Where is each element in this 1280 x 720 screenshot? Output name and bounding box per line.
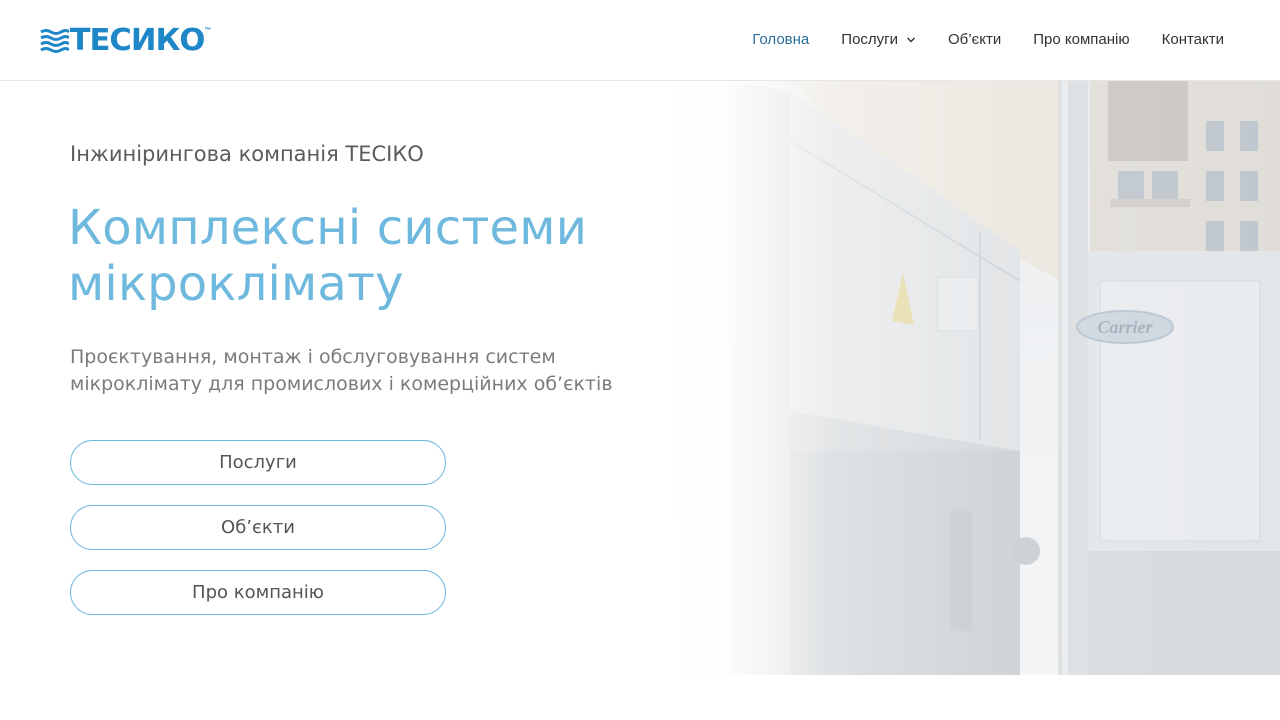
objects-button[interactable]: Об’єкти	[70, 505, 446, 550]
nav-item-about[interactable]: Про компанію	[1033, 29, 1129, 51]
hero-subtitle: Проєктування, монтаж і обслуговування си…	[70, 344, 670, 398]
site-header: ТЕСИКО ™ Головна Послуги Об’єкти Про ком…	[0, 0, 1280, 81]
nav-item-contacts[interactable]: Контакти	[1162, 29, 1224, 51]
nav-item-label: Об’єкти	[948, 31, 1002, 48]
nav-item-label: Про компанію	[1033, 31, 1130, 48]
carrier-brand-label: Carrier	[1097, 317, 1153, 337]
nav-item-services[interactable]: Послуги	[841, 29, 916, 51]
hero-photo: Carrier	[660, 81, 1280, 675]
hero-subtitle-line-1: Проєктування, монтаж і обслуговування си…	[70, 346, 556, 368]
logo[interactable]: ТЕСИКО ™	[39, 24, 211, 58]
hero-headline: Комплексні системи мікроклімату	[68, 200, 668, 312]
button-label: Об’єкти	[221, 517, 295, 538]
hero-headline-line-1: Комплексні системи	[68, 200, 588, 256]
logo-text: ТЕСИКО	[69, 23, 206, 58]
about-company-button[interactable]: Про компанію	[70, 570, 446, 615]
nav-item-label: Головна	[752, 31, 810, 48]
hvac-equipment-illustration: Carrier	[730, 81, 1280, 675]
main-nav: Головна Послуги Об’єкти Про компанію Кон…	[720, 29, 1224, 51]
button-label: Послуги	[219, 452, 297, 473]
hero-headline-line-2: мікроклімату	[68, 256, 404, 312]
logo-waves-icon	[40, 29, 69, 53]
button-label: Про компанію	[192, 582, 324, 603]
nav-item-label: Послуги	[841, 31, 899, 48]
logo-trademark: ™	[204, 27, 212, 34]
nav-item-label: Контакти	[1161, 31, 1224, 48]
hero-subtitle-line-2: мікроклімату для промислових і комерційн…	[70, 373, 613, 395]
hero-eyebrow: Інжинірингова компанія ТЕСІКО	[70, 142, 424, 166]
nav-item-home[interactable]: Головна	[752, 29, 809, 51]
services-button[interactable]: Послуги	[70, 440, 446, 485]
chevron-down-icon	[907, 37, 916, 43]
nav-item-objects[interactable]: Об’єкти	[948, 29, 1001, 51]
